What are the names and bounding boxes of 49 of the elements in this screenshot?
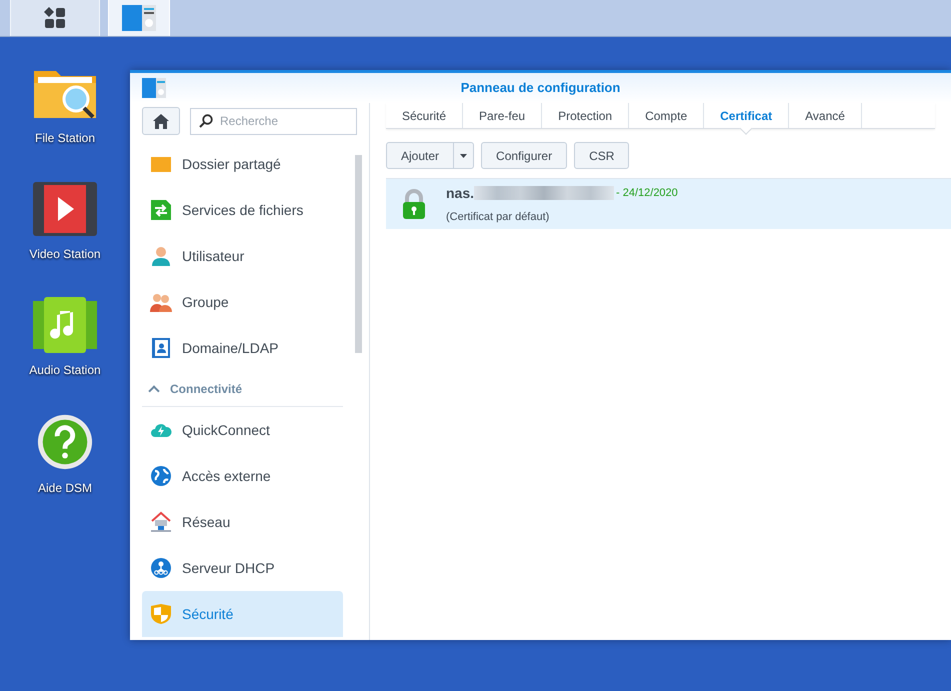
desktop-icon-label[interactable]: File Station [34, 129, 96, 147]
house-network-icon [150, 511, 172, 533]
user-icon [150, 245, 172, 267]
sidebar-item[interactable]: Services de fichiers [142, 187, 343, 233]
certificate-note: (Certificat par défaut) [446, 210, 550, 225]
tab[interactable]: Pare-feu [463, 103, 542, 128]
certificate-name: nas. [446, 184, 474, 203]
desktop-icon-label[interactable]: Video Station [29, 245, 101, 263]
toolbar-button[interactable]: Configurer [481, 142, 568, 169]
caret-icon [460, 154, 468, 158]
toolbar-button[interactable]: CSR [574, 142, 630, 169]
sidebar-item[interactable]: Domaine/LDAP [142, 325, 343, 371]
sidebar-item[interactable]: Accès externe [142, 453, 343, 499]
arrows-document-icon [150, 199, 172, 221]
home-icon [153, 114, 169, 128]
sidebar-item[interactable]: Réseau [142, 499, 343, 545]
sidebar-item[interactable]: Utilisateur [142, 233, 343, 279]
sidebar-item[interactable]: Groupe [142, 279, 343, 325]
section-header[interactable]: Connectivité [142, 371, 343, 407]
grid-icon [44, 6, 66, 28]
home-button[interactable] [142, 107, 180, 135]
control-panel-icon [122, 4, 156, 30]
padlock-icon [402, 189, 426, 219]
tab[interactable]: Avancé [789, 103, 862, 128]
sidebar-item[interactable]: QuickConnect [142, 407, 343, 453]
help-icon [35, 413, 95, 471]
address-book-icon [150, 337, 172, 359]
search-icon [199, 114, 213, 128]
expiry-date: - 24/12/2020 [616, 186, 678, 201]
certificate-row[interactable]: nas. - 24/12/2020 (Certificat par défaut) [386, 178, 951, 229]
film-play-icon [32, 181, 98, 237]
control-panel-icon [142, 78, 166, 98]
scrollbar[interactable] [355, 155, 362, 353]
globe-icon [150, 465, 172, 487]
sidebar-item[interactable]: Serveur DHCP [142, 545, 343, 591]
window-title: Panneau de configuration [460, 79, 622, 98]
taskbar-button[interactable] [10, 0, 100, 36]
desktop-icon-label[interactable]: Audio Station [29, 361, 101, 379]
tab[interactable]: Sécurité [386, 103, 464, 128]
network-nodes-icon [150, 557, 172, 579]
tab[interactable]: Certificat [704, 103, 790, 128]
music-note-icon [32, 297, 98, 353]
search-field[interactable]: Recherche [190, 108, 357, 134]
desktop-icon-label[interactable]: Aide DSM [38, 479, 92, 497]
tab[interactable]: Compte [629, 103, 704, 128]
group-icon [150, 291, 172, 313]
tab[interactable]: Protection [542, 103, 630, 128]
sidebar-item[interactable]: Dossier partagé [142, 141, 343, 187]
shield-icon [150, 603, 172, 625]
